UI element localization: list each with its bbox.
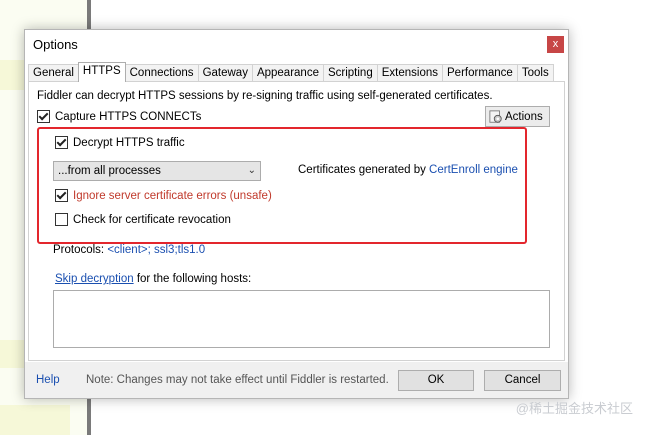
skip-decryption-row: Skip decryption for the following hosts: — [55, 273, 251, 285]
chevron-down-icon: ⌄ — [247, 165, 256, 176]
check-revocation-label: Check for certificate revocation — [73, 213, 231, 226]
process-filter-value: ...from all processes — [58, 165, 161, 177]
close-icon: x — [552, 38, 559, 50]
options-dialog: Options x General HTTPS Connections Gate… — [24, 29, 569, 399]
tab-gateway[interactable]: Gateway — [197, 64, 253, 82]
skip-decryption-link[interactable]: Skip decryption — [55, 273, 134, 285]
skip-hosts-textarea[interactable] — [53, 290, 550, 348]
tab-strip: General HTTPS Connections Gateway Appear… — [28, 62, 554, 82]
tab-connections[interactable]: Connections — [124, 64, 199, 82]
title-bar: Options x — [25, 30, 568, 60]
https-intro-text: Fiddler can decrypt HTTPS sessions by re… — [37, 90, 493, 102]
decrypt-https-checkbox[interactable]: Decrypt HTTPS traffic — [55, 136, 185, 149]
dialog-title: Options — [33, 37, 78, 52]
ok-button[interactable]: OK — [398, 370, 474, 391]
background-strip — [0, 405, 70, 435]
checkbox-unchecked-icon — [55, 213, 68, 226]
watermark: @稀土掘金技术社区 — [515, 401, 633, 416]
tab-scripting[interactable]: Scripting — [322, 64, 378, 82]
dialog-footer: Help Note: Changes may not take effect u… — [25, 362, 568, 398]
check-revocation-checkbox[interactable]: Check for certificate revocation — [55, 213, 231, 226]
restart-note: Note: Changes may not take effect until … — [86, 374, 389, 386]
tab-extensions[interactable]: Extensions — [376, 64, 443, 82]
gear-icon — [489, 109, 502, 123]
certenroll-engine-link[interactable]: CertEnroll engine — [429, 164, 518, 176]
help-link[interactable]: Help — [36, 374, 60, 386]
tab-tools[interactable]: Tools — [516, 64, 554, 82]
certs-prefix: Certificates generated by — [298, 164, 430, 176]
checkbox-checked-icon — [37, 110, 50, 123]
capture-https-label: Capture HTTPS CONNECTs — [55, 110, 202, 123]
process-filter-select[interactable]: ...from all processes ⌄ — [53, 161, 261, 181]
skip-decryption-suffix: for the following hosts: — [133, 273, 252, 285]
checkbox-checked-icon — [55, 136, 68, 149]
tab-appearance[interactable]: Appearance — [251, 64, 324, 82]
cancel-button[interactable]: Cancel — [484, 370, 561, 391]
actions-button[interactable]: Actions — [485, 106, 550, 127]
actions-label: Actions — [505, 110, 543, 123]
ignore-cert-errors-checkbox[interactable]: Ignore server certificate errors (unsafe… — [55, 189, 272, 202]
decrypt-https-label: Decrypt HTTPS traffic — [73, 136, 185, 149]
tab-https[interactable]: HTTPS — [77, 62, 126, 82]
tab-performance[interactable]: Performance — [442, 64, 518, 82]
capture-https-checkbox[interactable]: Capture HTTPS CONNECTs — [37, 110, 201, 123]
tab-general[interactable]: General — [28, 64, 79, 82]
ignore-cert-errors-label: Ignore server certificate errors (unsafe… — [73, 189, 272, 202]
certificate-generator-text: Certificates generated by CertEnroll eng… — [298, 164, 518, 176]
checkbox-checked-icon — [55, 189, 68, 202]
protocols-link[interactable]: <client>; ssl3;tls1.0 — [107, 244, 205, 256]
close-button[interactable]: x — [547, 36, 564, 53]
protocols-label: Protocols: — [53, 244, 108, 256]
protocols-row: Protocols: <client>; ssl3;tls1.0 — [53, 244, 205, 256]
